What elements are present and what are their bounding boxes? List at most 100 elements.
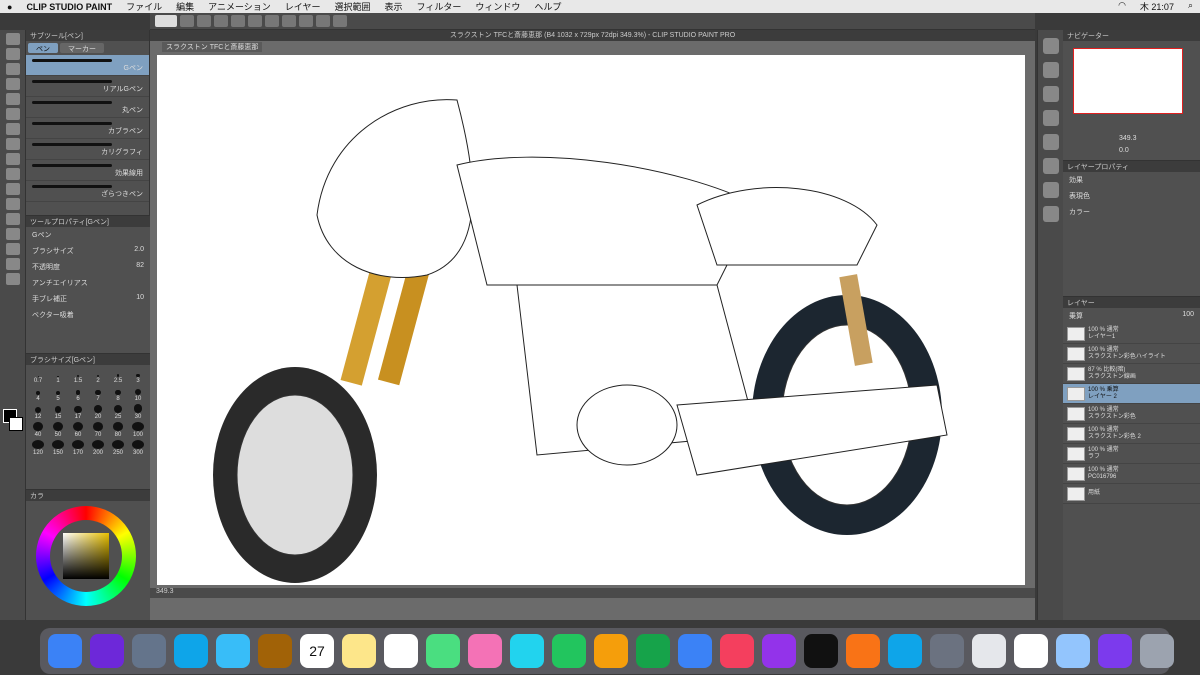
brush-size-option[interactable]: 40: [29, 422, 47, 438]
brush-size-option[interactable]: 80: [109, 422, 127, 438]
layer-property-icon[interactable]: [1043, 110, 1059, 126]
brush-size-option[interactable]: 17: [69, 404, 87, 420]
move-tool-icon[interactable]: [6, 48, 20, 60]
layer-row[interactable]: 100 % 通常 レイヤー1: [1063, 324, 1200, 344]
layer-row[interactable]: 用紙: [1063, 484, 1200, 504]
maps-icon[interactable]: [426, 634, 460, 668]
search-icon[interactable]: [1043, 38, 1059, 54]
brush-size-value[interactable]: 2.0: [134, 246, 144, 256]
blend-mode-select[interactable]: 乗算: [1069, 311, 1083, 321]
menu-layer[interactable]: レイヤー: [285, 0, 321, 13]
operation-tool-icon[interactable]: [6, 63, 20, 75]
layer-row[interactable]: 100 % 通常 スラクストン彩色 2: [1063, 424, 1200, 444]
antialias-row[interactable]: アンチエイリアス: [26, 275, 150, 291]
brush-size-option[interactable]: 50: [49, 422, 67, 438]
brush-size-option[interactable]: 12: [29, 404, 47, 420]
settings-icon[interactable]: [930, 634, 964, 668]
brush-size-row[interactable]: ブラシサイズ 2.0: [26, 243, 150, 259]
navigator-icon[interactable]: [1043, 86, 1059, 102]
pen-tool-icon[interactable]: [6, 123, 20, 135]
preview-icon[interactable]: [1056, 634, 1090, 668]
clip-studio-button[interactable]: [155, 15, 177, 27]
clear-button[interactable]: [265, 15, 279, 27]
wifi-icon[interactable]: ◠: [1118, 0, 1126, 13]
stabilization-row[interactable]: 手ブレ補正 10: [26, 291, 150, 307]
keynote-icon[interactable]: [678, 634, 712, 668]
brush-size-option[interactable]: 15: [49, 404, 67, 420]
fill-tool-icon[interactable]: [6, 228, 20, 240]
vector-snap-row[interactable]: ベクター吸着: [26, 307, 150, 323]
menu-filter[interactable]: フィルター: [417, 0, 462, 13]
open-button[interactable]: [197, 15, 211, 27]
music-icon[interactable]: [720, 634, 754, 668]
color-wheel[interactable]: [36, 506, 136, 606]
brush-size-option[interactable]: 1.5: [69, 368, 87, 384]
saturation-square[interactable]: [63, 533, 109, 579]
menu-animation[interactable]: アニメーション: [208, 0, 271, 13]
photos-icon[interactable]: [468, 634, 502, 668]
navigator-angle[interactable]: 0.0: [1119, 147, 1129, 154]
brush-size-option[interactable]: 250: [109, 440, 127, 456]
menu-window[interactable]: ウィンドウ: [475, 0, 520, 13]
contacts-icon[interactable]: [258, 634, 292, 668]
canvas[interactable]: [157, 55, 1025, 585]
menu-help[interactable]: ヘルプ: [534, 0, 561, 13]
help-button[interactable]: [333, 15, 347, 27]
item-bank-icon[interactable]: [1043, 206, 1059, 222]
layer-row[interactable]: 100 % 通常 PC016796: [1063, 464, 1200, 484]
layer-row[interactable]: 100 % 通常 スラクストン彩色: [1063, 404, 1200, 424]
safari-icon[interactable]: [174, 634, 208, 668]
snap-button[interactable]: [316, 15, 330, 27]
brush-size-option[interactable]: 60: [69, 422, 87, 438]
reminders-icon[interactable]: [384, 634, 418, 668]
mail-icon[interactable]: [216, 634, 250, 668]
layer-row[interactable]: 100 % 乗算 レイヤー 2: [1063, 384, 1200, 404]
opacity-row[interactable]: 不透明度 82: [26, 259, 150, 275]
imovie-icon[interactable]: [1098, 634, 1132, 668]
podcasts-icon[interactable]: [762, 634, 796, 668]
layer-row[interactable]: 100 % 通常 ラフ: [1063, 444, 1200, 464]
material-icon[interactable]: [1043, 62, 1059, 78]
select-tool-icon[interactable]: [6, 78, 20, 90]
clipstudio-icon[interactable]: [972, 634, 1006, 668]
appstore-icon[interactable]: [888, 634, 922, 668]
brush-size-option[interactable]: 120: [29, 440, 47, 456]
document-tab[interactable]: スラクストン TFCと斎藤恵那: [162, 42, 263, 52]
brush-kabura-pen[interactable]: カブラペン: [26, 118, 149, 139]
brush-size-option[interactable]: 170: [69, 440, 87, 456]
layer-opacity[interactable]: 100: [1182, 311, 1194, 321]
stabilization-value[interactable]: 10: [136, 294, 144, 304]
figure-tool-icon[interactable]: [6, 258, 20, 270]
tab-marker[interactable]: マーカー: [60, 43, 104, 53]
brush-size-option[interactable]: 20: [89, 404, 107, 420]
history-icon[interactable]: [1043, 158, 1059, 174]
brush-size-option[interactable]: 0.7: [29, 368, 47, 384]
brush-size-option[interactable]: 6: [69, 386, 87, 402]
finder-icon[interactable]: [48, 634, 82, 668]
apple-icon[interactable]: ●: [7, 2, 12, 12]
redo-button[interactable]: [248, 15, 262, 27]
opacity-value[interactable]: 82: [136, 262, 144, 272]
undo-button[interactable]: [231, 15, 245, 27]
brush-tool-icon[interactable]: [6, 153, 20, 165]
brush-size-option[interactable]: 8: [109, 386, 127, 402]
clipstudio-paint-icon[interactable]: [1014, 634, 1048, 668]
blend-tool-icon[interactable]: [6, 213, 20, 225]
menu-file[interactable]: ファイル: [126, 0, 162, 13]
brush-size-option[interactable]: 3: [129, 368, 147, 384]
transform-button[interactable]: [299, 15, 313, 27]
navigator-thumbnail[interactable]: [1073, 48, 1183, 114]
launchpad-icon[interactable]: [132, 634, 166, 668]
brush-size-option[interactable]: 25: [109, 404, 127, 420]
tab-pen[interactable]: ペン: [28, 43, 58, 53]
navigator-zoom[interactable]: 349.3: [1119, 135, 1137, 142]
brush-effect-line[interactable]: 効果線用: [26, 160, 149, 181]
layer-icon[interactable]: [1043, 134, 1059, 150]
facetime-icon[interactable]: [552, 634, 586, 668]
background-color[interactable]: [9, 417, 23, 431]
tv-icon[interactable]: [804, 634, 838, 668]
search-icon[interactable]: ⌕: [1188, 0, 1193, 13]
siri-icon[interactable]: [90, 634, 124, 668]
text-tool-icon[interactable]: [6, 273, 20, 285]
new-file-button[interactable]: [180, 15, 194, 27]
